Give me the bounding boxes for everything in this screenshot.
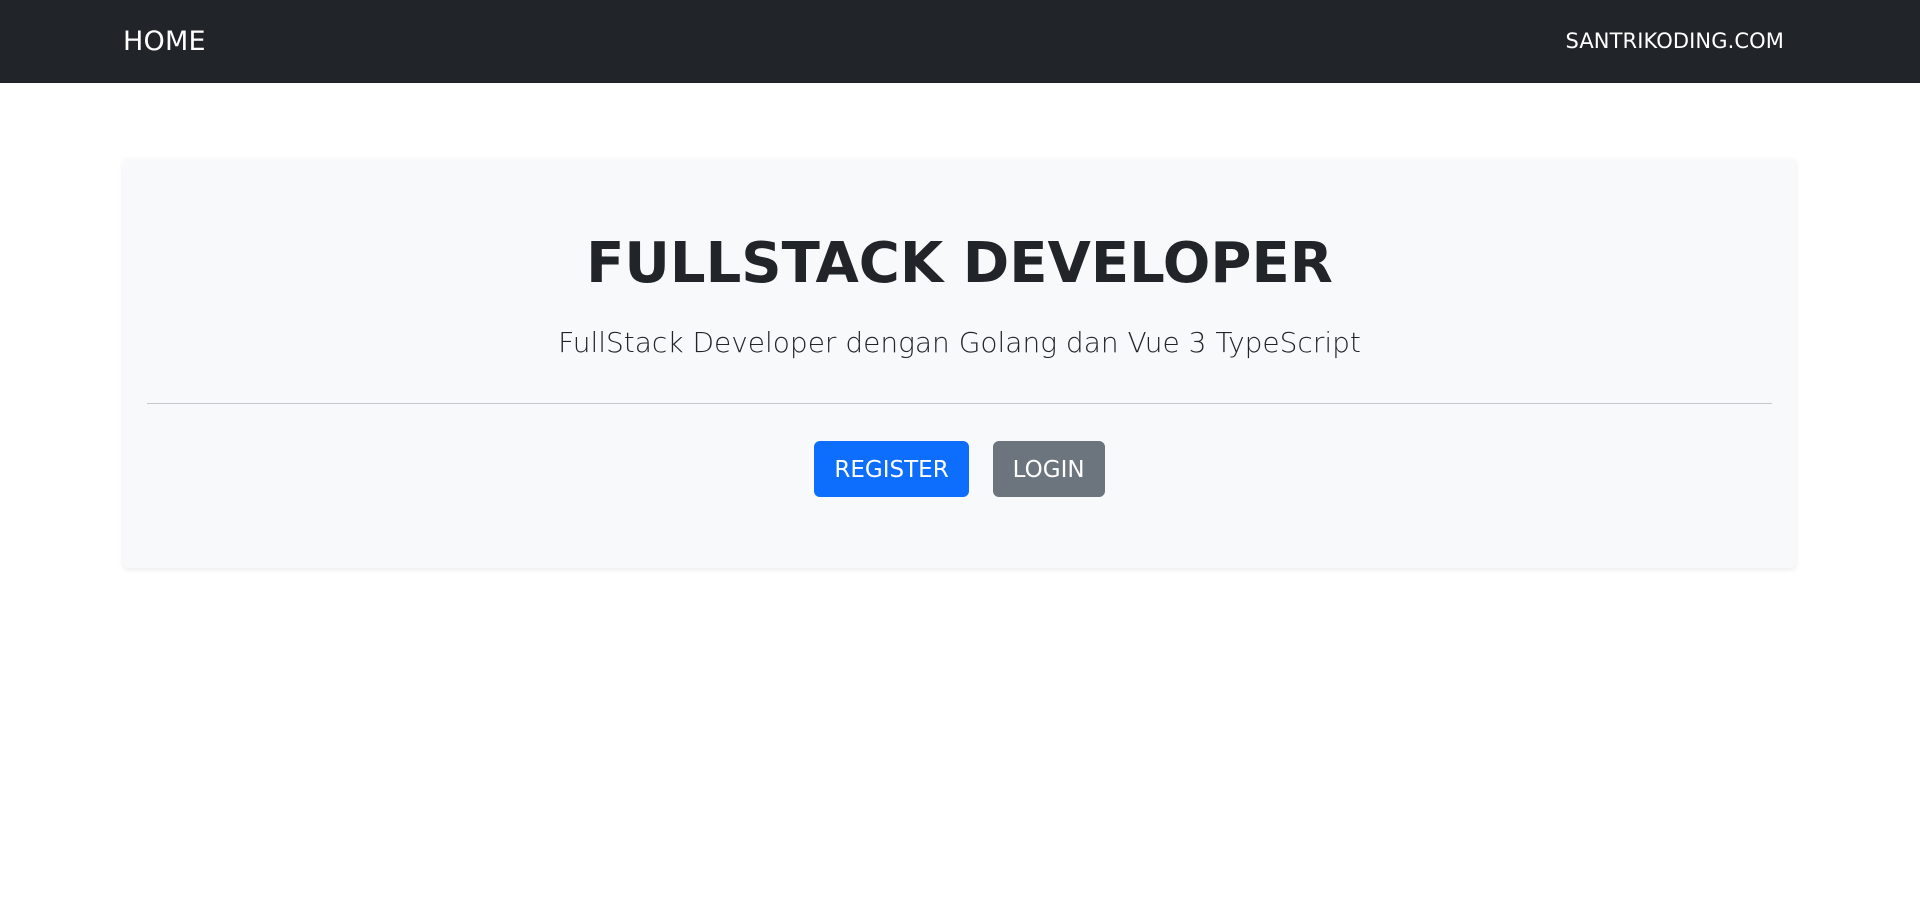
hero-card: FULLSTACK DEVELOPER FullStack Developer … [123,158,1796,568]
button-group: REGISTER LOGIN [123,441,1796,497]
page-subtitle: FullStack Developer dengan Golang dan Vu… [558,326,1361,359]
navbar: HOME SANTRIKODING.COM [0,0,1920,83]
santrikoding-link[interactable]: SANTRIKODING.COM [1566,0,1785,83]
login-button[interactable]: LOGIN [992,441,1105,497]
page-title: FULLSTACK DEVELOPER [586,231,1333,296]
divider [147,403,1772,404]
register-button[interactable]: REGISTER [814,441,969,497]
home-link[interactable]: HOME [123,0,206,83]
